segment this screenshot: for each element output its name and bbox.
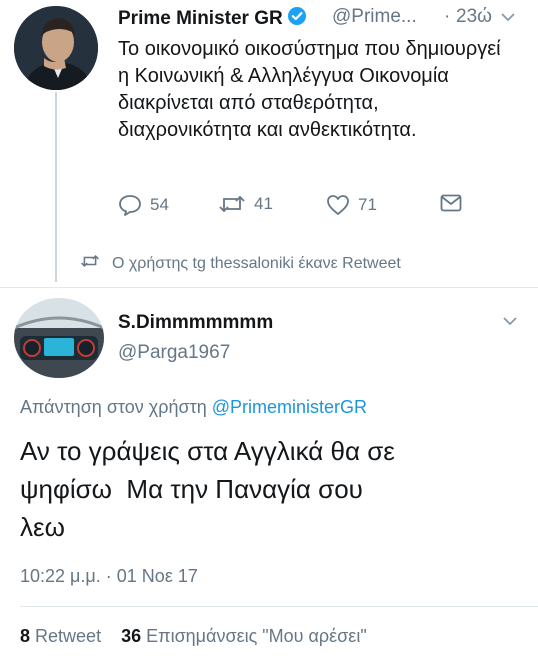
direct-message-icon: [440, 194, 462, 212]
author-name[interactable]: Prime Minister GR: [118, 6, 307, 32]
like-button[interactable]: 71: [326, 194, 377, 216]
tweet-timestamp[interactable]: 10:22 μ.μ. · 01 Νοε 17: [20, 566, 198, 587]
likes-stat-count: 36: [121, 626, 142, 646]
retweet-icon: [80, 254, 100, 273]
divider: [20, 606, 538, 607]
retweet-stat[interactable]: 8 Retweet: [20, 626, 101, 646]
prime-minister-avatar[interactable]: [14, 6, 98, 90]
retweeted-by-text: Ο χρήστης tg thessaloniki έκανε Retweet: [112, 254, 401, 272]
heart-icon: [326, 194, 350, 216]
reply-text-line: ψηφίσω Μα την Παναγία σου: [20, 474, 363, 504]
retweet-icon: [218, 194, 246, 214]
likes-stat[interactable]: 36 Επισημάνσεις "Μου αρέσει": [121, 626, 367, 646]
tweet-time[interactable]: 23ώ: [456, 6, 492, 28]
reply-icon: [118, 194, 142, 216]
direct-message-button[interactable]: [440, 194, 462, 212]
chevron-down-icon[interactable]: [502, 314, 518, 332]
thread-line: [55, 92, 57, 282]
divider: [0, 287, 538, 288]
tweet-stats: 8 Retweet 36 Επισημάνσεις "Μου αρέσει": [20, 626, 367, 647]
likes-stat-label: Επισημάνσεις "Μου αρέσει": [146, 626, 367, 646]
retweeted-by[interactable]: Ο χρήστης tg thessaloniki έκανε Retweet: [80, 254, 401, 273]
retweet-stat-count: 8: [20, 626, 31, 646]
retweet-count: 41: [254, 194, 273, 213]
author-name-text: Prime Minister GR: [118, 8, 283, 29]
reply-text-line: λεω: [20, 512, 65, 542]
replying-to-label: Απάντηση στον χρήστη: [20, 397, 207, 417]
like-count: 71: [358, 195, 377, 214]
avatar-photo: [14, 6, 98, 90]
replying-to: Απάντηση στον χρήστη @PrimeministerGR: [20, 397, 367, 418]
reply-button[interactable]: 54: [118, 194, 169, 216]
reply-author-handle[interactable]: @Parga1967: [118, 342, 230, 364]
reply-author-name[interactable]: S.Dimmmmmmm: [118, 312, 273, 334]
reply-author-avatar[interactable]: [14, 298, 104, 378]
avatar-photo: [14, 298, 104, 378]
separator-dot: ·: [444, 6, 451, 27]
replying-to-mention[interactable]: @PrimeministerGR: [212, 397, 367, 417]
tweet-actions: 54 41 71: [118, 194, 498, 222]
chevron-down-icon[interactable]: [500, 10, 516, 28]
author-handle[interactable]: @Prime...: [332, 6, 417, 28]
reply-count: 54: [150, 195, 169, 214]
retweet-button[interactable]: 41: [218, 194, 273, 214]
reply-tweet-text: Αν το γράψεις στα Αγγλικά θα σε ψηφίσω Μ…: [20, 432, 520, 546]
tweet-text: Το οικονομικό οικοσύστημα που δημιουργεί…: [118, 38, 501, 141]
retweet-stat-label: Retweet: [35, 626, 102, 646]
reply-text-line: Αν το γράψεις στα Αγγλικά θα σε: [20, 436, 395, 466]
verified-badge-icon: [287, 6, 307, 32]
